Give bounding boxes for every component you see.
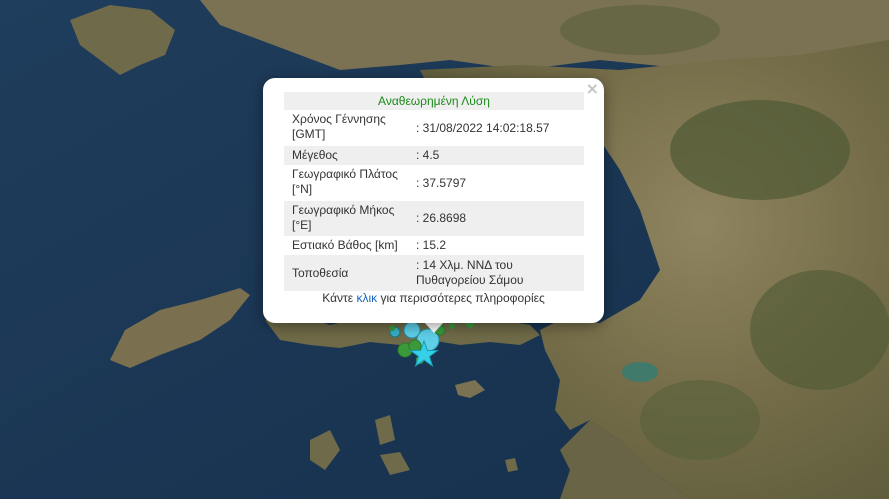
table-row: Γεωγραφικό Μήκος [°E] : 26.8698 xyxy=(284,201,584,236)
row-label: Μέγεθος xyxy=(292,148,338,162)
lake xyxy=(622,362,658,382)
more-suffix: για περισσότερες πληροφορίες xyxy=(377,291,545,305)
info-table: Χρόνος Γέννησης [GMT] : 31/08/2022 14:02… xyxy=(284,110,584,291)
vegetation-patch xyxy=(640,380,760,460)
vegetation-patch xyxy=(670,100,850,200)
event-marker[interactable] xyxy=(389,325,395,331)
row-label: Τοποθεσία xyxy=(292,265,349,280)
table-row: Τοποθεσία : 14 Χλμ. ΝΝΔ του Πυθαγορείου … xyxy=(284,255,584,291)
row-value: : 37.5797 xyxy=(416,175,467,190)
table-row: Μέγεθος : 4.5 xyxy=(284,146,584,165)
row-label: Εστιακό Βάθος [km] xyxy=(292,238,398,252)
event-marker[interactable] xyxy=(449,323,455,329)
row-value: : 15.2 xyxy=(416,238,447,252)
earthquake-info-popup: × Αναθεωρημένη Λύση Χρόνος Γέννησης [GMT… xyxy=(263,78,604,323)
table-row: Εστιακό Βάθος [km] : 15.2 xyxy=(284,236,584,255)
close-icon[interactable]: × xyxy=(586,80,599,98)
row-label: Χρόνος Γέννησης [GMT] xyxy=(292,112,386,141)
more-prefix: Κάντε xyxy=(322,291,357,305)
popup-tip xyxy=(424,322,444,333)
more-info-text: Κάντε κλικ για περισσότερες πληροφορίες xyxy=(263,291,604,305)
vegetation-patch xyxy=(750,270,889,390)
table-row: Χρόνος Γέννησης [GMT] : 31/08/2022 14:02… xyxy=(284,110,584,146)
row-value: : 26.8698 xyxy=(416,211,467,225)
table-row: Γεωγραφικό Πλάτος [°N] : 37.5797 xyxy=(284,165,584,201)
vegetation-patch xyxy=(560,5,720,55)
row-value: : 31/08/2022 14:02:18.57 xyxy=(416,120,550,135)
row-label: Γεωγραφικό Μήκος [°E] xyxy=(292,203,395,232)
row-value: : 4.5 xyxy=(416,148,440,162)
more-info-link[interactable]: κλικ xyxy=(356,291,377,305)
row-value: : 14 Χλμ. ΝΝΔ του Πυθαγορείου Σάμου xyxy=(416,258,524,287)
row-label: Γεωγραφικό Πλάτος [°N] xyxy=(292,167,398,196)
popup-title: Αναθεωρημένη Λύση xyxy=(284,92,584,110)
